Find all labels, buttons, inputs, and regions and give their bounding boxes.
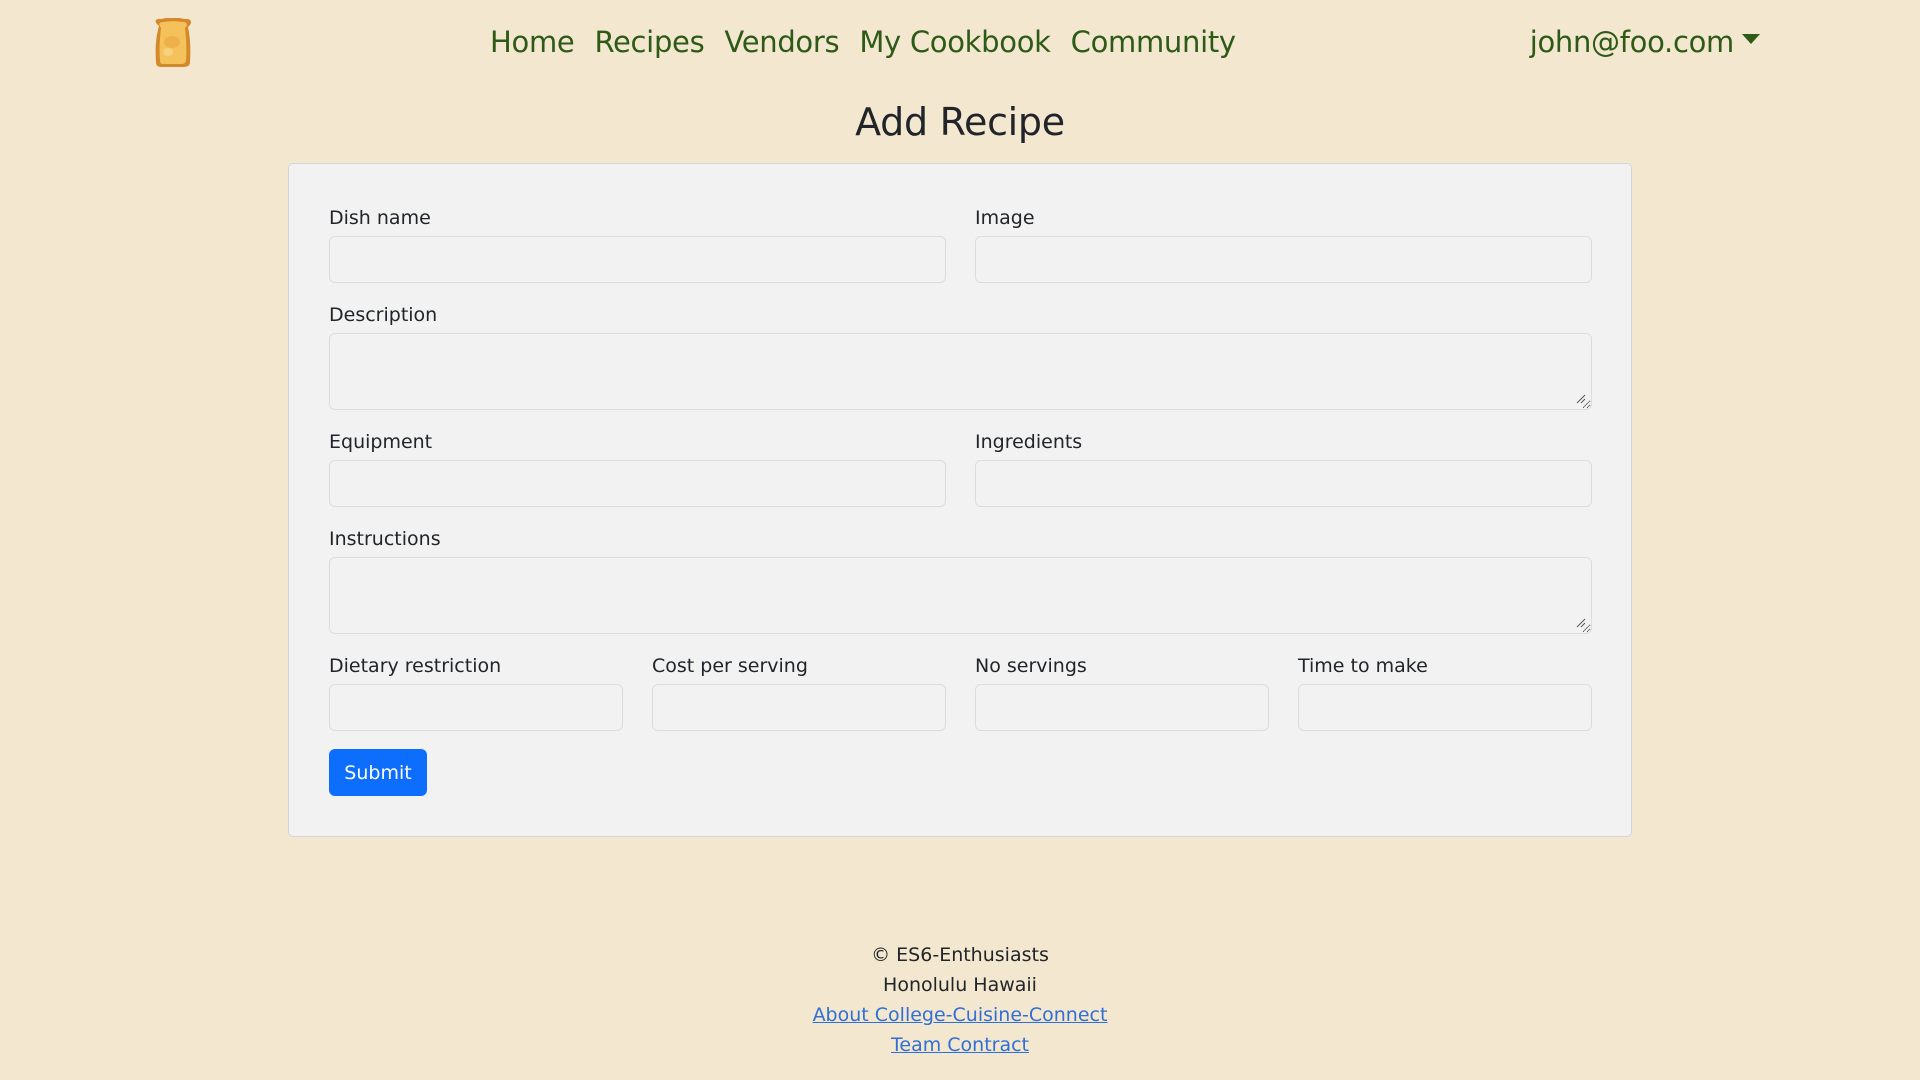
- dietary-restriction-group: Dietary restriction: [329, 654, 623, 731]
- about-link[interactable]: About College-Cuisine-Connect: [813, 1004, 1108, 1026]
- team-contract-link[interactable]: Team Contract: [891, 1034, 1029, 1056]
- user-email: john@foo.com: [1529, 25, 1735, 59]
- ingredients-group: Ingredients: [975, 430, 1592, 507]
- nav-link-home[interactable]: Home: [490, 25, 575, 59]
- nav-link-vendors[interactable]: Vendors: [724, 25, 839, 59]
- image-label: Image: [975, 207, 1035, 229]
- time-to-make-group: Time to make: [1298, 654, 1592, 731]
- footer-copyright: © ES6-Enthusiasts: [871, 944, 1049, 966]
- toast-logo-icon[interactable]: [150, 17, 196, 68]
- user-menu-dropdown[interactable]: john@foo.com: [1530, 18, 1760, 66]
- instructions-textarea[interactable]: [329, 557, 1592, 634]
- caret-down-icon: [1742, 34, 1760, 44]
- page-title: Add Recipe: [855, 100, 1065, 144]
- dish-name-group: Dish name: [329, 206, 946, 283]
- ingredients-input[interactable]: [975, 460, 1592, 507]
- dish-name-input[interactable]: [329, 236, 946, 283]
- navbar: Home Recipes Vendors My Cookbook Communi…: [0, 0, 1920, 86]
- nav-links: Home Recipes Vendors My Cookbook Communi…: [490, 18, 1236, 66]
- dietary-restriction-input[interactable]: [329, 684, 623, 731]
- add-recipe-form: Dish name Image Description Equipment In…: [288, 163, 1632, 837]
- description-group: Description: [329, 303, 1592, 410]
- nav-link-recipes[interactable]: Recipes: [594, 25, 704, 59]
- equipment-group: Equipment: [329, 430, 946, 507]
- footer: © ES6-Enthusiasts Honolulu Hawaii About …: [0, 940, 1920, 1060]
- no-servings-label: No servings: [975, 655, 1087, 677]
- time-to-make-input[interactable]: [1298, 684, 1592, 731]
- equipment-label: Equipment: [329, 431, 433, 453]
- description-label: Description: [329, 304, 438, 326]
- description-textarea[interactable]: [329, 333, 1592, 410]
- no-servings-group: No servings: [975, 654, 1269, 731]
- ingredients-label: Ingredients: [975, 431, 1083, 453]
- no-servings-input[interactable]: [975, 684, 1269, 731]
- instructions-group: Instructions: [329, 527, 1592, 634]
- image-input[interactable]: [975, 236, 1592, 283]
- instructions-label: Instructions: [329, 528, 441, 550]
- footer-location: Honolulu Hawaii: [883, 974, 1037, 996]
- cost-per-serving-group: Cost per serving: [652, 654, 946, 731]
- cost-per-serving-label: Cost per serving: [652, 655, 808, 677]
- image-group: Image: [975, 206, 1592, 283]
- dietary-restriction-label: Dietary restriction: [329, 655, 502, 677]
- equipment-input[interactable]: [329, 460, 946, 507]
- cost-per-serving-input[interactable]: [652, 684, 946, 731]
- dish-name-label: Dish name: [329, 207, 431, 229]
- nav-link-my-cookbook[interactable]: My Cookbook: [859, 25, 1051, 59]
- time-to-make-label: Time to make: [1298, 655, 1428, 677]
- submit-button[interactable]: Submit: [329, 749, 427, 796]
- nav-link-community[interactable]: Community: [1071, 25, 1236, 59]
